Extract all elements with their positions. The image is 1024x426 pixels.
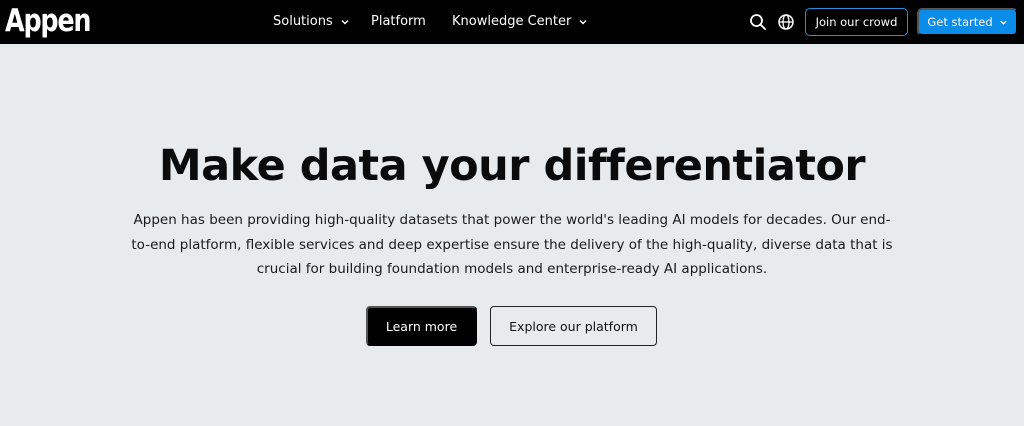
nav-solutions[interactable]: Solutions <box>273 0 350 44</box>
nav-platform-label: Platform <box>371 14 426 29</box>
hero-title: Make data your differentiator <box>158 141 866 191</box>
nav-platform[interactable]: Platform <box>371 0 426 44</box>
chevron-down-icon <box>999 18 1008 27</box>
chevron-down-icon <box>578 17 588 27</box>
get-started-button[interactable]: Get started <box>917 8 1018 36</box>
hero-description: Appen has been providing high-quality da… <box>100 208 924 282</box>
nav-knowledge-center[interactable]: Knowledge Center <box>452 0 588 44</box>
learn-more-button[interactable]: Learn more <box>366 306 477 346</box>
search-button[interactable] <box>748 12 768 32</box>
globe-icon <box>778 14 794 30</box>
hero-description-line: Appen has been providing high-quality da… <box>133 212 891 228</box>
hero-description-line: crucial for building foundation models a… <box>256 261 768 277</box>
hero-description-line: to-end platform, flexible services and d… <box>131 236 893 253</box>
page: Appen Solutions Platform Knowledge Cente… <box>0 0 1024 426</box>
chevron-down-icon <box>340 17 350 27</box>
explore-platform-button[interactable]: Explore our platform <box>490 306 657 346</box>
nav-knowledge-center-label: Knowledge Center <box>452 14 572 29</box>
join-our-crowd-button[interactable]: Join our crowd <box>805 8 908 36</box>
search-icon <box>750 14 766 30</box>
nav-solutions-label: Solutions <box>273 14 333 29</box>
language-button[interactable] <box>776 12 796 32</box>
appen-logo[interactable]: Appen <box>5 3 91 39</box>
top-navigation-bar: Appen Solutions Platform Knowledge Cente… <box>0 0 1024 44</box>
get-started-label: Get started <box>927 15 993 29</box>
